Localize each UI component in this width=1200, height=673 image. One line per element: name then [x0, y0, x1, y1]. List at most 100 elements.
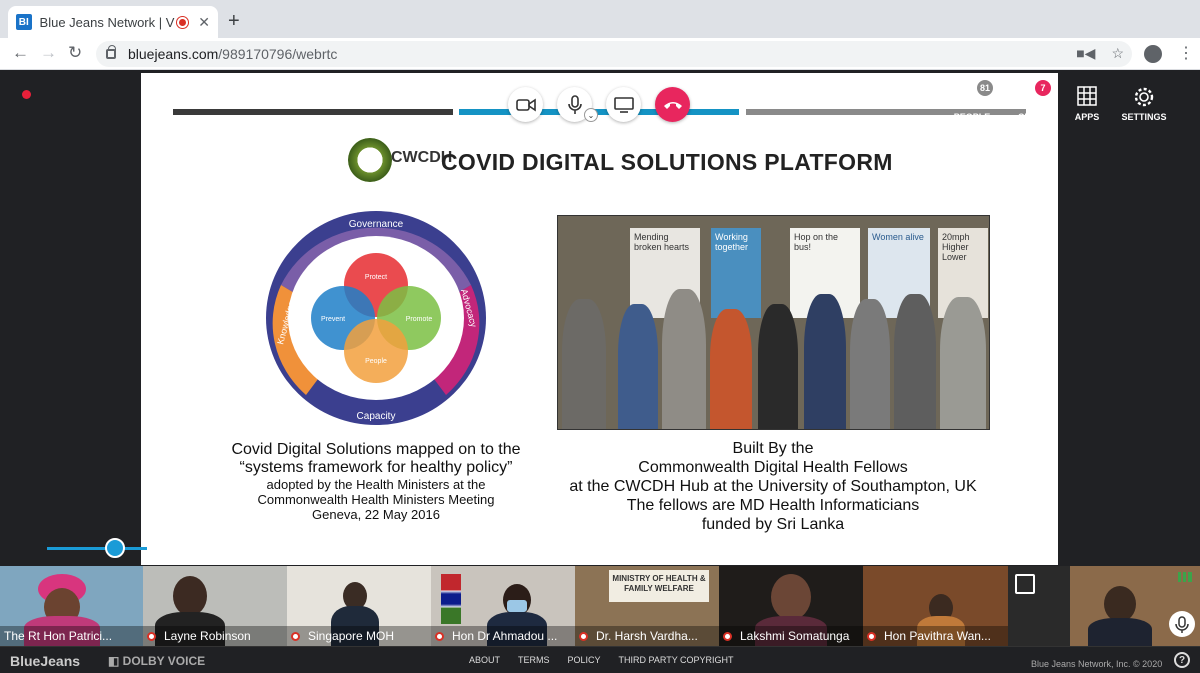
people-label: PEOPLE — [953, 112, 991, 122]
participant-tile[interactable]: Lakshmi Somatunga — [719, 566, 863, 646]
forward-icon[interactable]: → — [40, 43, 57, 63]
browser-menu-icon[interactable]: ⋮ — [1178, 43, 1194, 63]
participant-name: Layne Robinson — [164, 629, 251, 643]
participant-tile[interactable]: Singapore MOH — [287, 566, 431, 646]
footer-link-copyright[interactable]: THIRD PARTY COPYRIGHT — [619, 655, 734, 665]
browser-tab[interactable]: BI Blue Jeans Network | Video ✕ — [8, 6, 218, 38]
slide-title: COVID DIGITAL SOLUTIONS PLATFORM — [441, 149, 893, 175]
dolby-voice-logo: ◧ DOLBY VOICE — [108, 654, 206, 668]
participant-name: The Rt Hon Patrici... — [4, 629, 113, 643]
mic-muted-icon — [147, 631, 156, 641]
video-toggle-button[interactable] — [508, 87, 543, 122]
chat-icon: 7 — [1019, 80, 1051, 108]
photo-person — [804, 294, 846, 429]
participant-tile[interactable]: MINISTRY OF HEALTH & FAMILY WELFARE Dr. … — [575, 566, 719, 646]
expand-strip-area — [1008, 566, 1070, 646]
profile-icon[interactable] — [1144, 45, 1162, 63]
settings-button[interactable]: SETTINGS — [1118, 86, 1170, 122]
photo-person — [710, 309, 752, 429]
participant-name: Dr. Harsh Vardha... — [596, 629, 698, 643]
screen-share-icon — [613, 96, 634, 113]
ministry-sign: MINISTRY OF HEALTH & FAMILY WELFARE — [609, 570, 709, 602]
footer-links: ABOUT TERMS POLICY THIRD PARTY COPYRIGHT — [469, 655, 734, 665]
photo-person — [562, 299, 606, 429]
participant-face — [173, 576, 207, 616]
shared-screen: CWCDH COVID DIGITAL SOLUTIONS PLATFORM G… — [141, 73, 1058, 565]
footer-link-terms[interactable]: TERMS — [518, 655, 550, 665]
video-camera-icon — [515, 98, 536, 111]
photo-person — [940, 297, 986, 429]
footer-link-about[interactable]: ABOUT — [469, 655, 500, 665]
screen-share-button[interactable] — [606, 87, 641, 122]
meeting-app: CWCDH COVID DIGITAL SOLUTIONS PLATFORM G… — [0, 70, 1200, 673]
self-mic-button[interactable] — [1169, 611, 1195, 637]
hang-up-button[interactable] — [655, 87, 690, 122]
chat-count-badge: 7 — [1035, 80, 1051, 96]
circle-people — [344, 319, 408, 383]
label-protect: Protect — [365, 274, 387, 281]
caption-left-line: Geneva, 22 May 2016 — [312, 507, 440, 522]
url-text: bluejeans.com/989170796/webrtc — [128, 46, 338, 62]
participant-tile[interactable]: Hon Pavithra Wan... — [863, 566, 1008, 646]
close-tab-icon[interactable]: ✕ — [198, 14, 210, 31]
participant-face — [771, 574, 811, 620]
tab-title: Blue Jeans Network | Video — [39, 14, 176, 30]
browser-tabbar: BI Blue Jeans Network | Video ✕ + — [0, 0, 1200, 38]
caption-left-line: adopted by the Health Ministers at the — [266, 477, 486, 492]
people-button[interactable]: 81 PEOPLE — [953, 80, 993, 122]
face-mask — [507, 600, 527, 612]
photo-person — [618, 304, 658, 429]
participant-tile[interactable]: Hon Dr Ahmadou ... — [431, 566, 575, 646]
app-footer: BlueJeans ◧ DOLBY VOICE ABOUT TERMS POLI… — [0, 646, 1200, 673]
cwcdh-logo — [348, 138, 392, 182]
mic-muted-icon — [291, 631, 300, 641]
photo-person — [662, 289, 706, 429]
footer-link-policy[interactable]: POLICY — [568, 655, 601, 665]
label-prevent: Prevent — [321, 316, 345, 323]
recording-icon — [177, 16, 189, 28]
help-icon[interactable]: ? — [1174, 652, 1190, 668]
address-bar: ← → ↻ bluejeans.com/989170796/webrtc ■◀ … — [0, 38, 1200, 70]
participant-strip: The Rt Hon Patrici... Layne Robinson Sin… — [0, 566, 1200, 646]
slide-bar-middle — [459, 109, 739, 115]
hang-up-icon — [663, 101, 682, 109]
apps-label: APPS — [1074, 112, 1100, 122]
photo-person — [894, 294, 936, 429]
caption-right-line: Built By the — [732, 440, 814, 457]
url-field[interactable]: bluejeans.com/989170796/webrtc ■◀ ☆ — [96, 41, 1132, 67]
expand-icon[interactable] — [1015, 574, 1035, 594]
caption-right-line: at the CWCDH Hub at the University of So… — [569, 478, 977, 495]
chat-button[interactable]: 7 CHAT — [1011, 80, 1051, 122]
chat-label: CHAT — [1017, 112, 1043, 122]
gear-icon — [1133, 86, 1155, 108]
participant-tile[interactable]: Layne Robinson — [143, 566, 287, 646]
bluejeans-favicon-icon: BI — [16, 14, 32, 30]
signal-strength-icon — [1178, 572, 1192, 582]
volume-slider-track[interactable] — [47, 547, 147, 550]
participant-name: Singapore MOH — [308, 629, 395, 643]
caption-left: Covid Digital Solutions mapped on to the… — [211, 441, 541, 522]
reload-icon[interactable]: ↻ — [68, 43, 82, 63]
camera-permission-icon[interactable]: ■◀ — [1076, 45, 1095, 62]
bookmark-star-icon[interactable]: ☆ — [1111, 45, 1124, 62]
volume-slider-handle[interactable] — [105, 538, 125, 558]
caption-left-line: Commonwealth Health Ministers Meeting — [257, 492, 495, 507]
fellows-photo: Mending broken hearts Working together H… — [557, 215, 990, 430]
new-tab-icon[interactable]: + — [228, 10, 240, 33]
back-icon[interactable]: ← — [12, 43, 29, 63]
label-promote: Promote — [406, 316, 433, 323]
participant-face — [1104, 586, 1136, 622]
participant-tile[interactable]: The Rt Hon Patrici... — [0, 566, 143, 646]
apps-button[interactable]: APPS — [1068, 86, 1106, 122]
copyright-text: Blue Jeans Network, Inc. © 2020 — [1031, 659, 1163, 669]
mic-muted-icon — [723, 631, 732, 641]
microphone-icon — [567, 94, 582, 114]
audio-options-chevron-icon[interactable]: ⌄ — [584, 108, 598, 122]
people-icon: 81 — [961, 80, 993, 108]
participant-body — [1088, 618, 1152, 646]
photo-banner: Working together — [711, 228, 761, 318]
participant-name: Hon Dr Ahmadou ... — [452, 629, 558, 643]
bluejeans-logo: BlueJeans — [10, 653, 81, 669]
label-capacity: Capacity — [357, 411, 396, 422]
mic-muted-icon — [435, 631, 444, 641]
